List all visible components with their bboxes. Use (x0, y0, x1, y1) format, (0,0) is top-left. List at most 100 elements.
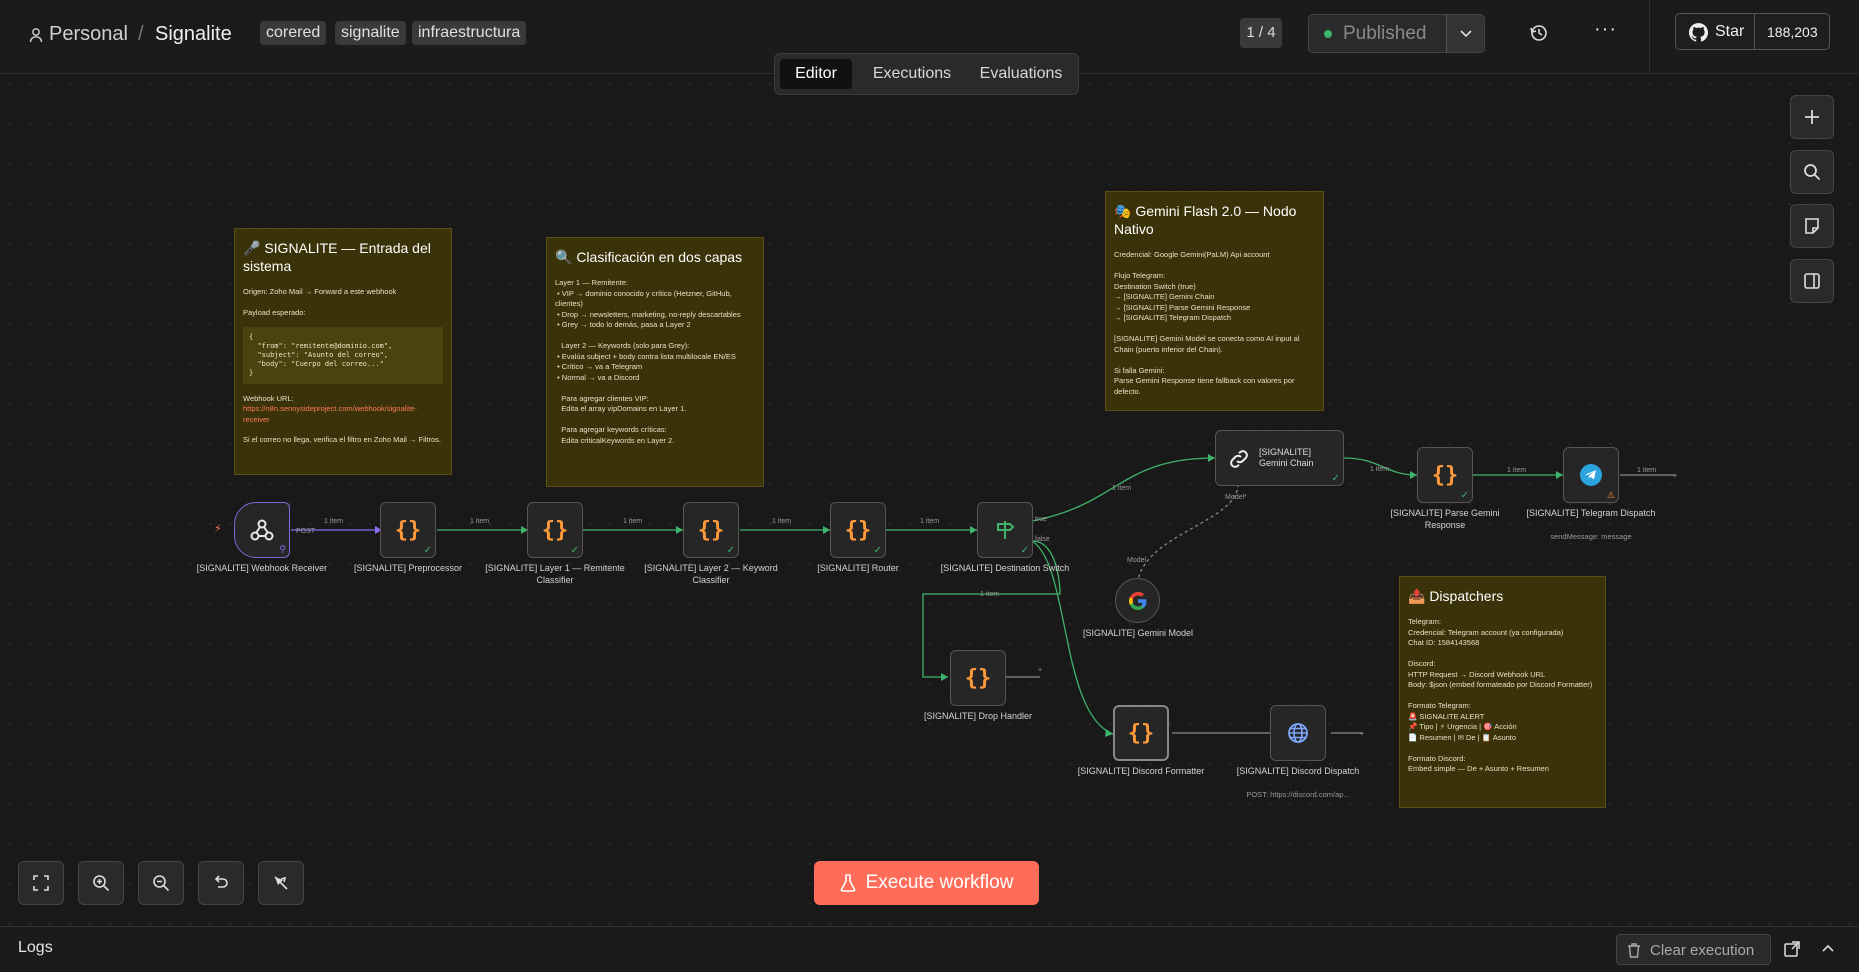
sticky-clasificacion-title: 🔍 Clasificación en dos capas (555, 249, 743, 265)
code-braces-icon: {} (697, 517, 725, 543)
workflow-name[interactable]: Signalite (155, 23, 232, 46)
node-drop-handler[interactable]: {} (950, 650, 1006, 706)
version-badge[interactable]: 1 / 4 (1240, 18, 1282, 48)
arrow-drop (941, 673, 948, 681)
node-label: [SIGNALITE] Preprocessor (353, 563, 463, 573)
edge-label-1-item: 1 item (470, 518, 490, 525)
node-telegram-dispatch[interactable]: ⚠ (1563, 447, 1619, 503)
node-webhook-receiver[interactable]: ⚲ (234, 502, 290, 558)
code-braces-icon: {} (1431, 462, 1459, 488)
google-icon (1128, 591, 1146, 610)
broom-icon (274, 876, 288, 890)
execute-workflow-button[interactable]: Execute workflow (814, 861, 1039, 905)
sticky-dispatchers[interactable]: 📤 Dispatchers Telegram: Credencial: Tele… (1399, 576, 1606, 808)
edge-label-false: false (1035, 536, 1050, 543)
code-braces-icon: {} (844, 517, 872, 543)
execute-workflow-label: Execute workflow (865, 872, 1014, 893)
logs-label[interactable]: Logs (18, 939, 53, 957)
history-icon[interactable] (1529, 23, 1549, 43)
header-divider (1649, 0, 1650, 74)
sticky-dispatchers-body: Telegram: Credencial: Telegram account (… (1408, 617, 1593, 773)
search-nodes-button[interactable] (1790, 150, 1834, 194)
node-gemini-chain[interactable]: [SIGNALITE] Gemini Chain ✓ (1215, 430, 1344, 486)
tab-executions[interactable]: Executions (857, 59, 967, 89)
toggle-panel-button[interactable] (1790, 259, 1834, 303)
success-check-icon: ✓ (570, 545, 579, 556)
edge-label-1-item: 1 item (980, 591, 1000, 598)
tab-evaluations[interactable]: Evaluations (967, 59, 1075, 89)
arrow-router (823, 526, 830, 534)
chevron-up-icon[interactable] (1822, 944, 1834, 952)
code-braces-icon: {} (1127, 720, 1155, 746)
zoom-in-button[interactable] (78, 861, 124, 905)
node-layer1-classifier[interactable]: {} ✓ (527, 502, 583, 558)
edge-label-1-item: 1 item (772, 518, 792, 525)
logs-bar[interactable]: Logs Clear execution (0, 926, 1859, 972)
plus-drop: + (1038, 667, 1042, 674)
publish-dropdown-button[interactable] (1446, 14, 1485, 53)
sticky-clasificacion-body: Layer 1 — Remitente: • VIP → dominio con… (555, 278, 741, 445)
code-braces-icon: {} (964, 665, 992, 691)
success-check-icon: ✓ (423, 545, 432, 556)
more-options-icon[interactable]: ··· (1594, 18, 1617, 41)
node-preprocessor[interactable]: {} ✓ (380, 502, 436, 558)
pin-icon: ⚲ (279, 544, 286, 554)
node-discord-dispatch[interactable] (1270, 705, 1326, 761)
tidy-up-button[interactable] (258, 861, 304, 905)
edge-label-model-out: Model* (1225, 494, 1247, 501)
add-node-button[interactable] (1790, 95, 1834, 139)
tab-editor[interactable]: Editor (780, 59, 852, 89)
node-gemini-model[interactable] (1115, 578, 1160, 623)
zoom-in-icon (93, 875, 110, 892)
node-label: [SIGNALITE] Discord Formatter (1077, 766, 1205, 776)
node-router[interactable]: {} ✓ (830, 502, 886, 558)
flask-icon (840, 874, 855, 892)
edge-label-true: true (1035, 516, 1048, 523)
node-label: [SIGNALITE] Drop Handler (923, 711, 1033, 721)
sticky-entrada-webhook-url[interactable]: https://n8n.sennysideproject.com/webhook… (243, 404, 443, 425)
plus-telegram: + (1673, 473, 1677, 480)
clear-execution-button[interactable]: Clear execution (1616, 934, 1771, 965)
node-label: [SIGNALITE] Webhook Receiver (196, 563, 328, 573)
arrow-switch (970, 526, 977, 534)
sticky-dispatchers-title: 📤 Dispatchers (1408, 588, 1504, 604)
chevron-down-icon (1459, 29, 1472, 37)
plus-icon (1805, 110, 1819, 124)
success-check-icon: ✓ (726, 545, 735, 556)
sticky-entrada-pre: Origen: Zoho Mail → Forward a este webho… (243, 287, 397, 317)
arrow-layer2 (676, 526, 683, 534)
zoom-out-icon (153, 875, 170, 892)
zoom-out-button[interactable] (138, 861, 184, 905)
tag-corered[interactable]: corered (260, 21, 327, 45)
success-check-icon: ✓ (873, 545, 882, 556)
sticky-entrada[interactable]: 🎤 SIGNALITE — Entrada del sistema Origen… (234, 228, 452, 475)
node-discord-formatter[interactable]: {} (1113, 705, 1169, 761)
add-sticky-button[interactable] (1790, 204, 1834, 248)
open-in-window-icon[interactable] (1784, 941, 1800, 957)
edge-label-1-item: 1 item (1112, 485, 1132, 492)
tag-signalite[interactable]: signalite (335, 21, 406, 45)
clear-execution-label: Clear execution (1650, 942, 1755, 959)
github-star-button[interactable]: Star 188,203 (1675, 13, 1830, 50)
sticky-clasificacion[interactable]: 🔍 Clasificación en dos capas Layer 1 — R… (546, 237, 764, 487)
sticky-gemini[interactable]: 🎭 Gemini Flash 2.0 — Nodo Nativo Credenc… (1105, 191, 1324, 411)
node-layer2-classifier[interactable]: {} ✓ (683, 502, 739, 558)
node-label: [SIGNALITE] Discord Dispatch (1236, 766, 1360, 776)
search-icon (1804, 164, 1821, 181)
node-label: [SIGNALITE] Layer 1 — Remitente Classifi… (485, 563, 625, 585)
edge-label-1-item: 1 item (920, 518, 940, 525)
workflow-canvas[interactable]: + + + 1 item POST 1 item 1 item 1 item 1… (0, 74, 1859, 926)
reset-zoom-button[interactable] (198, 861, 244, 905)
fit-view-button[interactable] (18, 861, 64, 905)
node-destination-switch[interactable]: ✓ (977, 502, 1033, 558)
tag-infraestructura[interactable]: infraestructura (412, 21, 527, 45)
edge-label-1-item: 1 item (1370, 466, 1390, 473)
fit-view-icon (33, 875, 49, 891)
breadcrumb-separator: / (138, 23, 144, 45)
sticky-note-icon (1805, 218, 1819, 234)
breadcrumb-project[interactable]: Personal (49, 23, 128, 46)
sticky-gemini-body: Credencial: Google Gemini(PaLM) Api acco… (1114, 250, 1300, 396)
success-check-icon: ✓ (1331, 473, 1340, 484)
panel-icon (1804, 273, 1820, 289)
node-parse-gemini-response[interactable]: {} ✓ (1417, 447, 1473, 503)
